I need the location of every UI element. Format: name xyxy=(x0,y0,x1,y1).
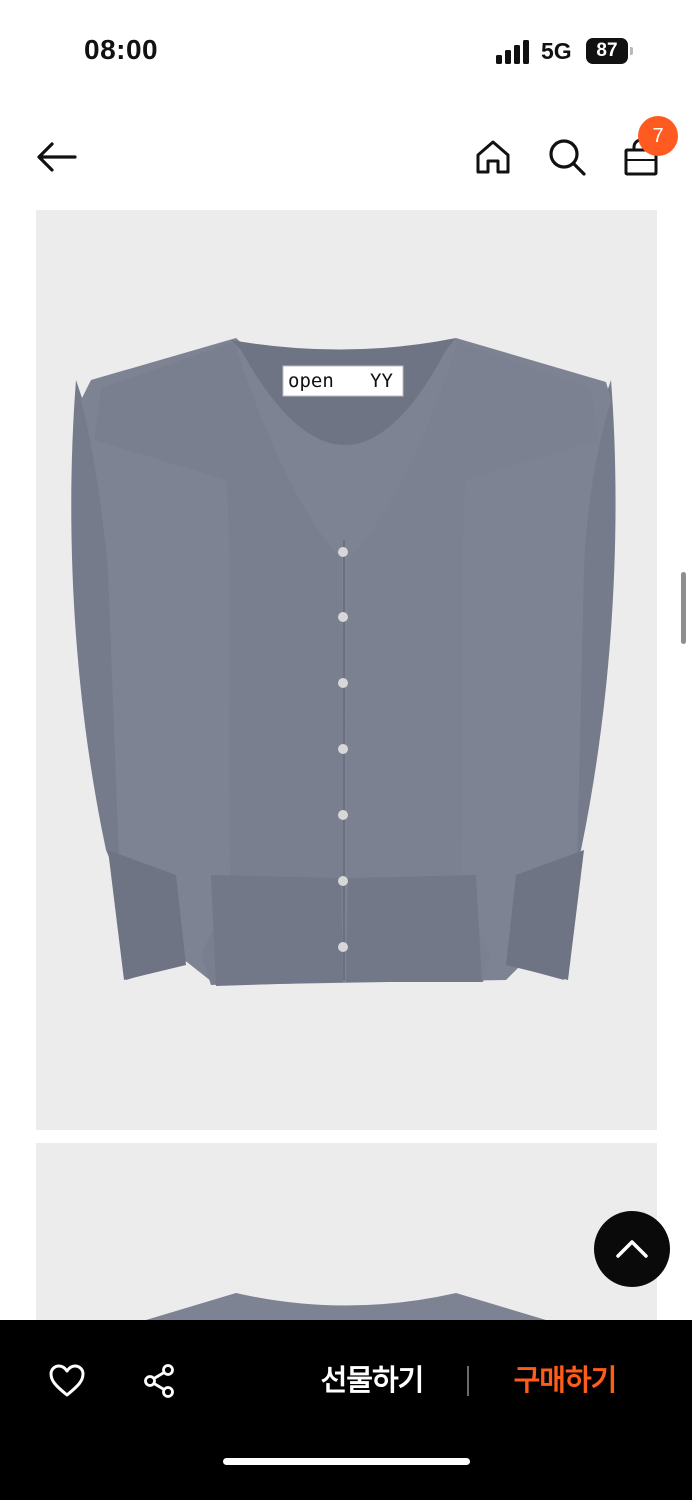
like-button[interactable] xyxy=(42,1356,92,1406)
home-icon xyxy=(476,140,510,174)
home-button[interactable] xyxy=(468,132,518,182)
gift-button[interactable]: 선물하기 xyxy=(292,1358,452,1402)
network-type: 5G xyxy=(541,38,572,64)
product-image-main[interactable]: OPen YY xyxy=(36,210,657,1130)
arrow-left-icon xyxy=(37,142,77,172)
bottom-action-bar: 선물하기 구매하기 xyxy=(0,1320,692,1500)
chevron-up-icon xyxy=(616,1240,648,1258)
home-indicator[interactable] xyxy=(223,1458,470,1465)
battery-tip xyxy=(630,47,633,55)
battery-icon: 87 xyxy=(586,38,634,64)
share-icon xyxy=(144,1364,174,1398)
search-button[interactable] xyxy=(542,132,592,182)
battery-level: 87 xyxy=(586,38,628,64)
garment-label: OPen YY xyxy=(286,368,400,394)
back-button[interactable] xyxy=(32,132,82,182)
status-bar: 08:00 5G 87 xyxy=(0,0,692,100)
search-icon xyxy=(549,139,586,176)
product-image-secondary[interactable] xyxy=(36,1143,657,1320)
cart-count-badge: 7 xyxy=(638,116,678,156)
top-nav xyxy=(0,110,692,205)
signal-icon xyxy=(496,40,529,64)
cardigan-illustration xyxy=(71,338,616,986)
buy-button[interactable]: 구매하기 xyxy=(490,1358,640,1402)
heart-icon xyxy=(49,1364,85,1397)
cardigan-illustration-2 xyxy=(146,1293,546,1320)
divider xyxy=(467,1366,469,1396)
garment-label-right: YY xyxy=(370,370,393,392)
scroll-indicator[interactable] xyxy=(681,572,686,644)
garment-label-left: OPen xyxy=(288,370,334,392)
scroll-top-button[interactable] xyxy=(594,1211,670,1287)
share-button[interactable] xyxy=(134,1356,184,1406)
status-time: 08:00 xyxy=(84,34,159,65)
